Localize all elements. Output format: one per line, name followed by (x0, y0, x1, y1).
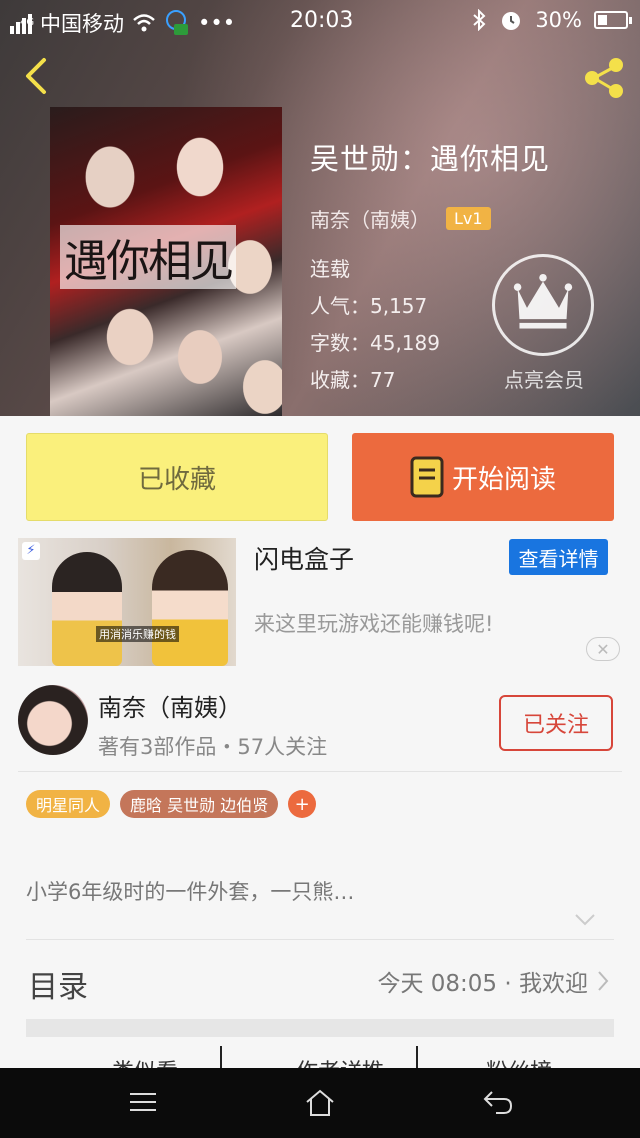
chevron-down-icon[interactable] (574, 912, 596, 928)
back-nav-icon[interactable] (482, 1088, 514, 1116)
book-summary[interactable]: 小学6年级时的一件外套，一只熊… (26, 876, 354, 906)
bottom-tabs: 类似看 作者详推 粉丝榜 (0, 1046, 640, 1068)
alarm-icon (502, 12, 521, 30)
ad-title[interactable]: 闪电盒子 (254, 540, 354, 576)
ad-image-caption: 用消消乐赚的钱 (96, 626, 179, 642)
vip-label[interactable]: 点亮会员 (496, 364, 592, 393)
follow-button[interactable]: 已关注 (499, 695, 613, 751)
share-icon[interactable] (580, 54, 628, 102)
tab-similar[interactable]: 类似看 (112, 1054, 178, 1068)
chevron-right-icon[interactable] (596, 970, 610, 992)
network-type: 4G (20, 16, 35, 28)
toc-latest-chapter[interactable]: 今天 08:05 · 我欢迎 (377, 964, 588, 998)
tab-author-recommend[interactable]: 作者详推 (296, 1054, 384, 1068)
more-status-icon: ••• (198, 11, 236, 35)
ad-description: 来这里玩游戏还能赚钱呢! (254, 612, 494, 636)
author-stats: 著有3部作品・57人关注 (98, 735, 328, 759)
crown-icon[interactable] (492, 254, 594, 356)
signal-icon: 4G (10, 12, 34, 34)
start-reading-button[interactable]: 开始阅读 (352, 433, 614, 521)
author-name[interactable]: 南奈（南姨） (98, 688, 242, 723)
bluetooth-icon (473, 9, 486, 31)
home-icon[interactable] (304, 1088, 336, 1118)
divider (18, 771, 622, 772)
lightning-icon: ⚡ (22, 542, 40, 560)
toc-label[interactable]: 目录 (28, 962, 88, 1006)
tag-list: 明星同人 鹿晗 吴世勋 边伯贤 + (26, 790, 317, 818)
carrier-name: 中国移动 (40, 12, 124, 36)
assistant-icon (166, 10, 188, 35)
battery-percent: 30% (535, 8, 582, 32)
wifi-icon (133, 14, 155, 32)
book-cover[interactable]: 遇你相见 (50, 107, 282, 416)
tag-item[interactable]: 明星同人 (26, 790, 111, 818)
ad-details-button[interactable]: 查看详情 (509, 539, 608, 575)
tab-fan-ranking[interactable]: 粉丝榜 (486, 1054, 552, 1068)
ad-image[interactable]: ⚡ 用消消乐赚的钱 (18, 538, 236, 666)
status-time: 20:03 (290, 8, 354, 33)
system-nav-bar (0, 1068, 640, 1138)
add-tag-icon[interactable]: + (288, 790, 317, 818)
status-bar: 4G 中国移动 ••• 20:03 30% (0, 0, 640, 44)
avatar[interactable] (18, 685, 88, 755)
book-author[interactable]: 南奈（南姨） (310, 204, 430, 233)
battery-icon (594, 11, 632, 29)
back-icon[interactable] (18, 56, 54, 96)
collected-button[interactable]: 已收藏 (26, 433, 328, 521)
section-separator (26, 1019, 614, 1037)
book-title: 吴世勋：遇你相见 (310, 142, 551, 176)
book-icon (410, 456, 444, 498)
tag-item[interactable]: 鹿晗 吴世勋 边伯贤 (120, 790, 279, 818)
close-icon[interactable]: ✕ (586, 637, 620, 661)
cover-title-art: 遇你相见 (60, 225, 236, 289)
menu-icon[interactable] (128, 1088, 158, 1116)
start-reading-label: 开始阅读 (451, 464, 556, 495)
divider (26, 939, 614, 940)
author-level-badge: Lv1 (446, 207, 491, 230)
